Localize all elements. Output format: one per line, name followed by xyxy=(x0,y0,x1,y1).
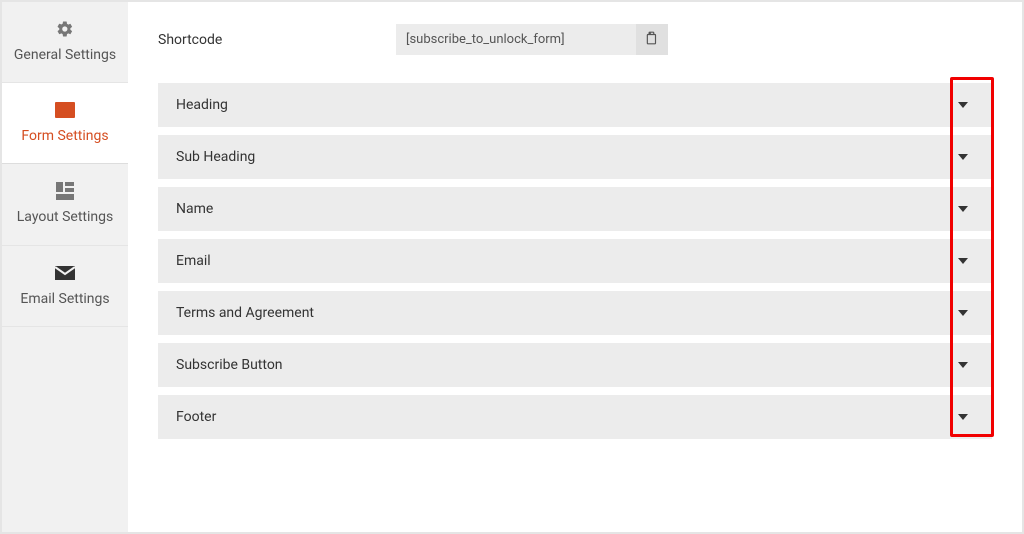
sidebar-tab-general[interactable]: General Settings xyxy=(2,2,128,83)
accordion-title: Sub Heading xyxy=(176,149,255,165)
accordion-item-sub-heading[interactable]: Sub Heading xyxy=(158,135,992,179)
accordion-title: Terms and Agreement xyxy=(176,305,314,321)
accordion-item-terms[interactable]: Terms and Agreement xyxy=(158,291,992,335)
chevron-down-icon xyxy=(958,154,968,160)
accordion-title: Name xyxy=(176,201,213,217)
accordion-item-footer[interactable]: Footer xyxy=(158,395,992,439)
layout-icon xyxy=(10,180,120,202)
sidebar-tab-label: Email Settings xyxy=(10,290,120,308)
accordion-title: Footer xyxy=(176,409,216,425)
gear-icon xyxy=(10,18,120,40)
accordion-item-email[interactable]: Email xyxy=(158,239,992,283)
sidebar-tab-label: Form Settings xyxy=(10,127,120,145)
sidebar-tab-label: Layout Settings xyxy=(10,208,120,226)
settings-sidebar: General Settings Form Settings Layout Se… xyxy=(2,2,128,532)
sidebar-tab-email[interactable]: Email Settings xyxy=(2,246,128,327)
sidebar-tab-label: General Settings xyxy=(10,46,120,64)
sidebar-tab-form[interactable]: Form Settings xyxy=(2,83,128,164)
accordion-list: Heading Sub Heading Name Email Terms and… xyxy=(158,83,992,439)
accordion-title: Heading xyxy=(176,97,228,113)
chevron-down-icon xyxy=(958,258,968,264)
accordion-item-subscribe-button[interactable]: Subscribe Button xyxy=(158,343,992,387)
copy-shortcode-button[interactable] xyxy=(636,24,668,55)
form-icon xyxy=(10,99,120,121)
accordion-item-name[interactable]: Name xyxy=(158,187,992,231)
accordion-item-heading[interactable]: Heading xyxy=(158,83,992,127)
settings-viewport: General Settings Form Settings Layout Se… xyxy=(0,0,1024,534)
shortcode-row: Shortcode xyxy=(158,24,992,55)
accordion-title: Subscribe Button xyxy=(176,357,283,373)
clipboard-icon xyxy=(645,30,659,49)
chevron-down-icon xyxy=(958,362,968,368)
accordion-title: Email xyxy=(176,253,211,269)
shortcode-input[interactable] xyxy=(396,24,636,55)
main-panel: Shortcode Heading Sub Heading Nam xyxy=(128,2,1022,532)
chevron-down-icon xyxy=(958,102,968,108)
email-icon xyxy=(10,262,120,284)
sidebar-tab-layout[interactable]: Layout Settings xyxy=(2,164,128,245)
shortcode-field xyxy=(396,24,668,55)
chevron-down-icon xyxy=(958,206,968,212)
chevron-down-icon xyxy=(958,414,968,420)
chevron-down-icon xyxy=(958,310,968,316)
shortcode-label: Shortcode xyxy=(158,32,396,48)
